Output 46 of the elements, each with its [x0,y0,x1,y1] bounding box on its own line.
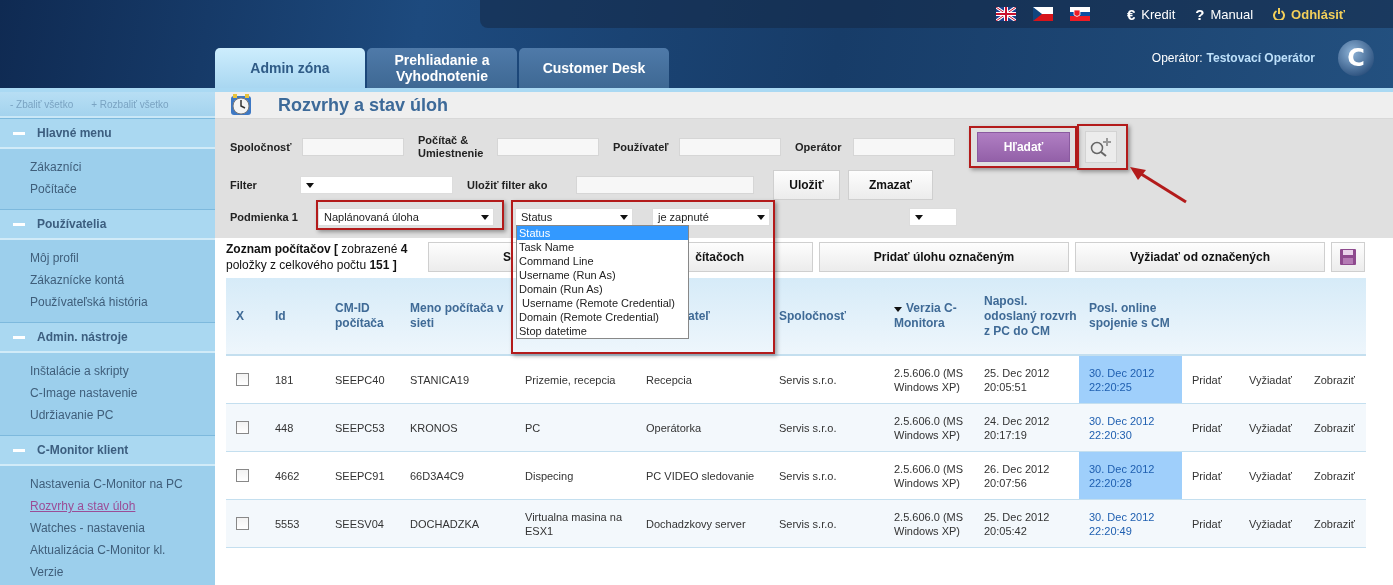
table-cell: Servis s.r.o. [769,451,884,500]
table-cell: Servis s.r.o. [769,403,884,452]
table-cell: Dochadzkovy server [636,499,769,548]
table-cell: PC VIDEO sledovanie [636,451,769,500]
table-cell: 2.5.606.0 (MS Windows XP) [884,451,974,500]
table-cell: 25. Dec 2012 20:05:42 [974,499,1079,548]
list-summary: Zoznam počítačov [ zobrazené 4 položky z celkového počtu 151 ] [226,241,409,273]
field-label: Operátor [795,140,843,154]
table-cell: 5553 [265,499,325,548]
operator-label: Operátor: [1151,51,1203,65]
table-cell: DOCHADZKA [400,499,515,548]
table-cell: 448 [265,403,325,452]
table-cell: 181 [265,355,325,404]
field-label: Filter [230,178,258,192]
table-cell: Operátorka [636,403,769,452]
table-cell: Servis s.r.o. [769,355,884,404]
table-cell: 2.5.606.0 (MS Windows XP) [884,355,974,404]
logo: C [1337,39,1375,77]
table-cell: Virtualna masina na ESX1 [515,499,636,548]
table-cell: 2.5.606.0 (MS Windows XP) [884,403,974,452]
table-cell: 30. Dec 2012 22:20:28 [1079,451,1182,500]
page-title: Rozvrhy a stav úloh [278,94,449,116]
table-cell: 30. Dec 2012 22:20:25 [1079,355,1182,404]
table-cell: 2.5.606.0 (MS Windows XP) [884,499,974,548]
operator-name: Testovací Operátor [1206,51,1315,65]
field-label: Podmienka 1 [230,210,299,224]
table-cell: SEESV04 [325,499,400,548]
field-label: Spoločnosť [230,140,293,154]
table-cell: KRONOS [400,403,515,452]
table-cell: SEEPC40 [325,355,400,404]
table-cell: Dispecing [515,451,636,500]
table-cell: 30. Dec 2012 22:20:49 [1079,499,1182,548]
table-cell: STANICA19 [400,355,515,404]
table-cell: 24. Dec 2012 20:17:19 [974,403,1079,452]
table-cell: Prizemie, recepcia [515,355,636,404]
table-cell: SEEPC91 [325,451,400,500]
table-cell: 30. Dec 2012 22:20:30 [1079,403,1182,452]
table-cell: Servis s.r.o. [769,499,884,548]
table-cell: 66D3A4C9 [400,451,515,500]
table-cell: 4662 [265,451,325,500]
table-cell: SEEPC53 [325,403,400,452]
field-label: Uložiť filter ako [467,178,549,192]
table-cell: PC [515,403,636,452]
table-cell: Recepcia [636,355,769,404]
field-label: Počítač & Umiestnenie [418,134,485,160]
field-label: Používateľ [613,140,670,154]
